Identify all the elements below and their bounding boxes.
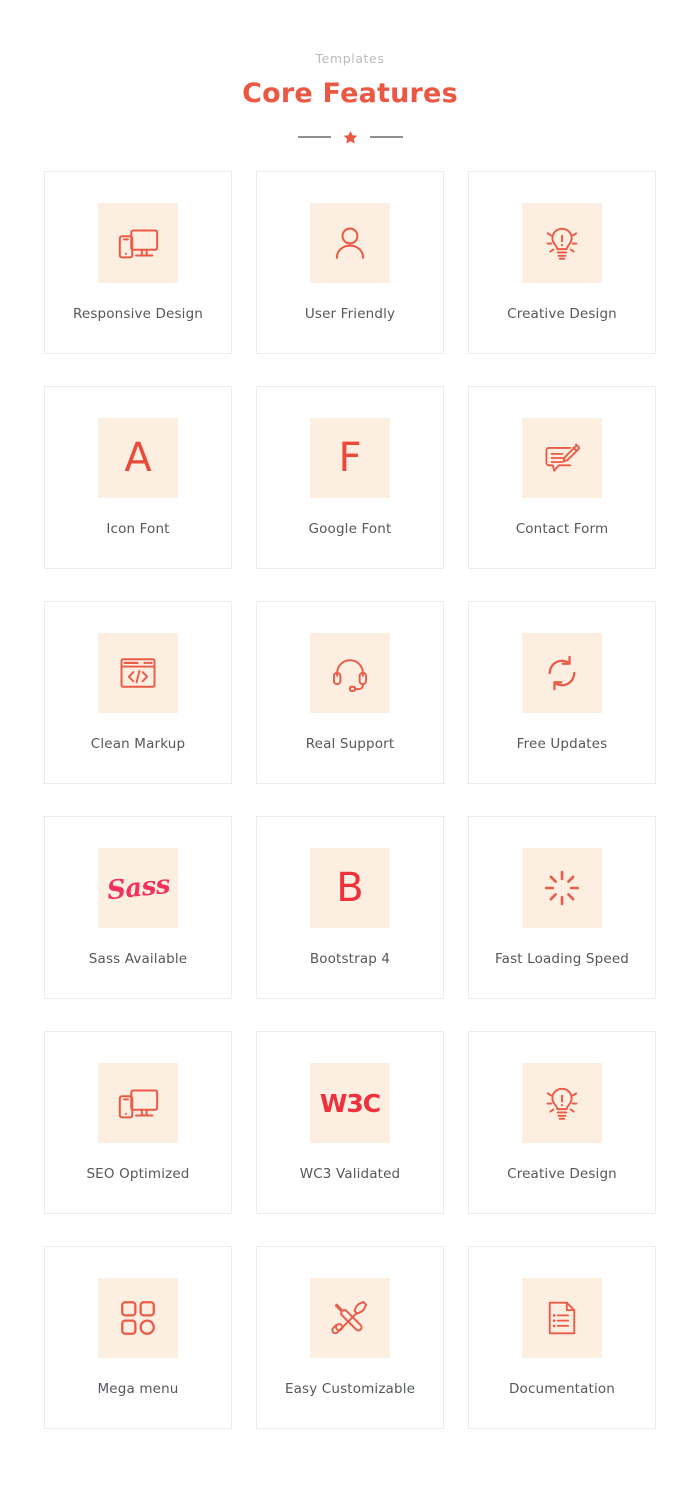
user-icon — [310, 203, 390, 284]
lightbulb-idea-icon — [522, 203, 602, 284]
feature-label: Documentation — [508, 1381, 616, 1398]
feature-card[interactable]: Free Updates — [468, 601, 656, 785]
lightbulb-idea-icon — [522, 1063, 602, 1144]
feature-card[interactable]: A Icon Font — [44, 386, 232, 570]
feature-card[interactable]: Creative Design — [468, 171, 656, 355]
sass-glyph: Sass — [105, 870, 171, 907]
code-window-icon — [98, 633, 178, 714]
refresh-sync-icon — [522, 633, 602, 714]
w3c-logo-icon: W3C — [310, 1063, 390, 1144]
w3c-glyph: W3C — [319, 1088, 381, 1118]
feature-label: SEO Optimized — [86, 1166, 190, 1183]
letter-glyph: A — [124, 435, 152, 482]
sass-logo-icon: Sass — [98, 848, 178, 929]
responsive-devices-icon — [98, 1063, 178, 1144]
feature-card[interactable]: User Friendly — [256, 171, 444, 355]
title-divider — [0, 126, 700, 148]
feature-card[interactable]: SEO Optimized — [44, 1031, 232, 1215]
feature-label: Contact Form — [515, 521, 609, 538]
headset-icon — [310, 633, 390, 714]
feature-label: Creative Design — [507, 306, 617, 323]
feature-card[interactable]: Real Support — [256, 601, 444, 785]
feature-card[interactable]: Documentation — [468, 1246, 656, 1430]
feature-label: Fast Loading Speed — [495, 951, 629, 968]
feature-label: Creative Design — [507, 1166, 617, 1183]
responsive-devices-icon — [98, 203, 178, 284]
features-grid: Responsive Design User Friendly Creative… — [44, 148, 656, 1430]
feature-label: Responsive Design — [72, 306, 204, 323]
section-header: Templates Core Features — [0, 0, 700, 148]
feature-card[interactable]: W3C WC3 Validated — [256, 1031, 444, 1215]
document-list-icon — [522, 1278, 602, 1359]
feature-label: Google Font — [308, 521, 392, 538]
feature-label: WC3 Validated — [299, 1166, 401, 1183]
feature-card[interactable]: B Bootstrap 4 — [256, 816, 444, 1000]
section-eyebrow: Templates — [315, 51, 385, 66]
feature-card[interactable]: Mega menu — [44, 1246, 232, 1430]
star-icon — [342, 129, 359, 146]
letter-glyph: F — [338, 435, 362, 482]
feature-card[interactable]: Creative Design — [468, 1031, 656, 1215]
feature-label: Sass Available — [88, 951, 188, 968]
feature-label: Mega menu — [97, 1381, 179, 1398]
letter-b-icon: B — [310, 848, 390, 929]
feature-label: Clean Markup — [90, 736, 186, 753]
spinner-icon — [522, 848, 602, 929]
feature-card[interactable]: Fast Loading Speed — [468, 816, 656, 1000]
feature-card[interactable]: Contact Form — [468, 386, 656, 570]
divider-dash-left — [297, 136, 331, 139]
feature-card[interactable]: F Google Font — [256, 386, 444, 570]
letter-glyph: B — [336, 865, 364, 912]
page-title: Core Features — [242, 77, 458, 109]
feature-card[interactable]: Sass Sass Available — [44, 816, 232, 1000]
divider-dash-right — [369, 136, 403, 139]
feature-card[interactable]: Easy Customizable — [256, 1246, 444, 1430]
letter-f-icon: F — [310, 418, 390, 499]
feature-label: Bootstrap 4 — [309, 951, 391, 968]
feature-label: Icon Font — [106, 521, 170, 538]
wrench-screwdriver-icon — [310, 1278, 390, 1359]
feature-label: Free Updates — [516, 736, 608, 753]
features-page: Templates Core Features Responsive Desig… — [0, 0, 700, 1496]
feature-card[interactable]: Clean Markup — [44, 601, 232, 785]
chat-pencil-icon — [522, 418, 602, 499]
feature-label: User Friendly — [304, 306, 396, 323]
grid-blocks-icon — [98, 1278, 178, 1359]
letter-a-icon: A — [98, 418, 178, 499]
feature-label: Easy Customizable — [284, 1381, 416, 1398]
feature-label: Real Support — [305, 736, 395, 753]
feature-card[interactable]: Responsive Design — [44, 171, 232, 355]
